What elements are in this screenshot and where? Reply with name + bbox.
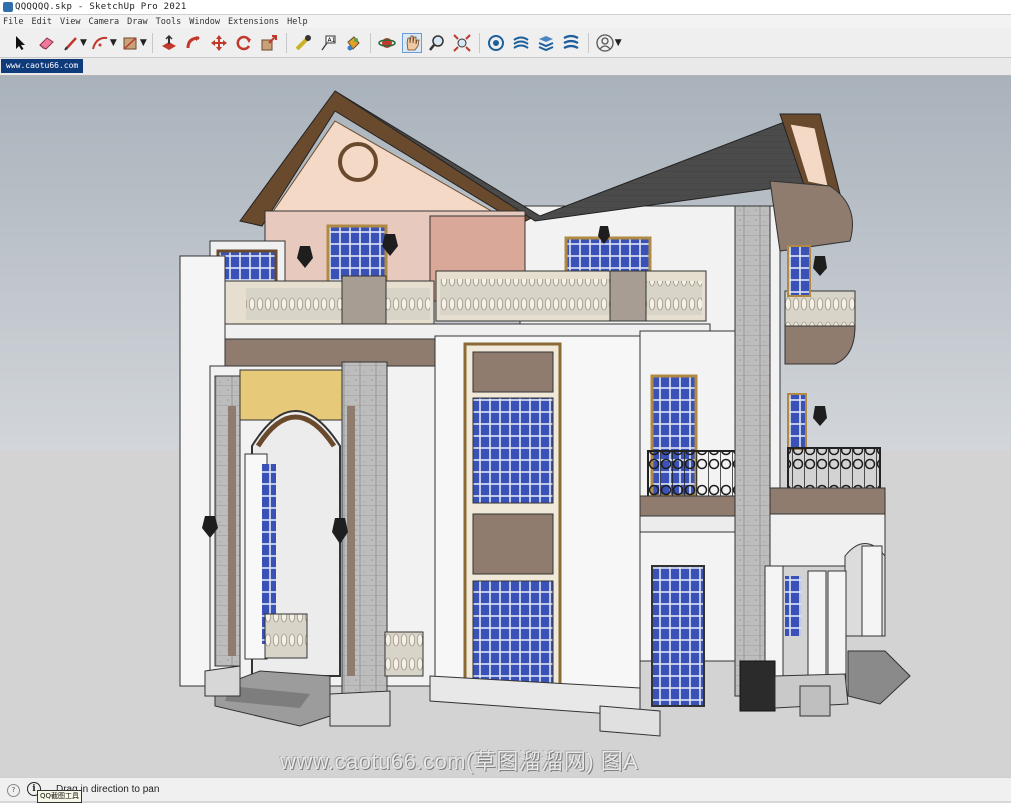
rotate-tool-button[interactable] (234, 33, 254, 53)
menu-extensions[interactable]: Extensions (228, 17, 279, 27)
toolbar-separator (478, 32, 480, 53)
rectangle-tool-button[interactable] (120, 33, 140, 53)
tape-measure-tool-button[interactable] (293, 33, 313, 53)
toolbar-separator (587, 32, 589, 53)
follow-me-tool-icon (186, 35, 201, 48)
title-bar: QQQQQQ.skp - SketchUp Pro 2021 (0, 0, 1011, 15)
zoom-extents-tool-icon (453, 33, 471, 52)
pan-tool-button[interactable] (402, 32, 423, 53)
text-tool-button[interactable]: A1 (318, 33, 338, 53)
text-tool-icon: A1 (321, 35, 336, 50)
eraser-tool-button[interactable] (36, 33, 56, 53)
main-toolbar: ▼ ▼ ▼ A1 ▼ (0, 28, 1011, 58)
menu-help[interactable]: Help (287, 17, 307, 27)
arc-tool-icon (92, 36, 108, 49)
extension-manager-button[interactable] (561, 33, 581, 53)
scene-tab-strip: www.caotu66.com (0, 58, 1011, 76)
line-tool-dropdown-arrow[interactable]: ▼ (80, 38, 87, 48)
tape-measure-tool-icon (295, 34, 312, 50)
menu-view[interactable]: View (60, 17, 80, 27)
account-icon (596, 33, 614, 52)
arc-tool-dropdown-arrow[interactable]: ▼ (110, 38, 117, 48)
zoom-tool-button[interactable] (427, 33, 447, 53)
menu-bar: File Edit View Camera Draw Tools Window … (0, 15, 1011, 28)
sketchup-app-icon (3, 2, 13, 12)
geolocation-icon[interactable]: ? (7, 784, 20, 797)
svg-text:A1: A1 (328, 37, 336, 44)
account-dropdown-arrow[interactable]: ▼ (615, 38, 622, 48)
orbit-tool-button[interactable] (377, 33, 397, 53)
paint-bucket-tool-icon (347, 35, 360, 50)
toolbar-separator (369, 32, 371, 53)
rectangle-tool-icon (123, 36, 137, 50)
rotate-tool-icon (236, 35, 252, 50)
paint-bucket-tool-button[interactable] (343, 33, 363, 53)
menu-window[interactable]: Window (189, 17, 220, 27)
arc-tool-button[interactable] (90, 33, 110, 53)
warehouse-icon (488, 34, 505, 51)
extension-manager-icon (563, 34, 579, 49)
line-tool-icon (63, 36, 77, 51)
scene-tab[interactable]: www.caotu66.com (1, 59, 84, 73)
menu-draw[interactable]: Draw (127, 17, 147, 27)
select-tool-button[interactable] (11, 33, 31, 53)
layout-icon (538, 35, 554, 51)
menu-camera[interactable]: Camera (88, 17, 119, 27)
eraser-tool-icon (38, 36, 54, 50)
window-title: QQQQQQ.skp - SketchUp Pro 2021 (15, 2, 187, 12)
select-tool-icon (15, 35, 25, 50)
menu-tools[interactable]: Tools (156, 17, 182, 27)
scale-tool-button[interactable] (259, 33, 279, 53)
move-tool-icon (211, 34, 228, 51)
toolbar-separator (151, 32, 153, 53)
push-pull-tool-icon (162, 34, 177, 50)
layout-button[interactable] (536, 33, 556, 53)
push-pull-tool-button[interactable] (159, 33, 179, 53)
rectangle-tool-dropdown-arrow[interactable]: ▼ (140, 38, 147, 48)
screenshot-tool-tooltip: QQ截图工具 (37, 790, 83, 803)
model-viewport[interactable] (0, 76, 1011, 777)
orbit-tool-icon (378, 37, 397, 48)
scale-tool-icon (261, 34, 278, 50)
zoom-extents-tool-button[interactable] (452, 33, 472, 53)
line-tool-button[interactable] (61, 33, 81, 53)
toolbar-separator (285, 32, 287, 53)
extension-warehouse-button[interactable] (511, 33, 531, 53)
menu-edit[interactable]: Edit (31, 17, 51, 27)
zoom-tool-icon (429, 34, 445, 51)
account-button[interactable] (595, 33, 615, 53)
villa-model-render (0, 76, 1011, 777)
watermark-text: www.caotu66.com(草图溜溜网) 图A (280, 749, 639, 774)
pan-tool-icon (406, 35, 420, 50)
status-bar: ? i Drag in direction to pan QQ截图工具 (0, 777, 1011, 803)
extension-warehouse-icon (513, 36, 529, 49)
follow-me-tool-button[interactable] (184, 33, 204, 53)
menu-file[interactable]: File (3, 17, 23, 27)
move-tool-button[interactable] (209, 33, 229, 53)
warehouse-button[interactable] (486, 33, 506, 53)
